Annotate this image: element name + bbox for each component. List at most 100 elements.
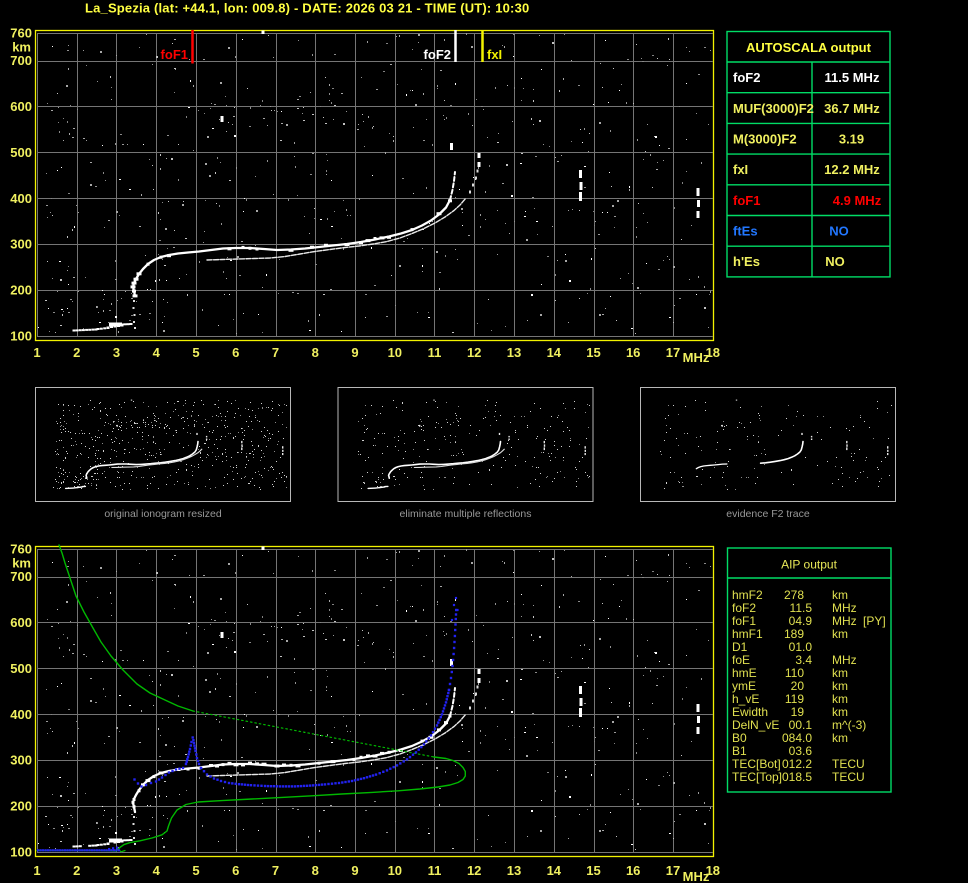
svg-text:TECU: TECU bbox=[832, 757, 865, 771]
svg-text:km: km bbox=[832, 692, 848, 706]
svg-text:13: 13 bbox=[507, 345, 521, 360]
svg-text:400: 400 bbox=[10, 707, 32, 722]
svg-text:hmF1: hmF1 bbox=[732, 627, 763, 641]
svg-text:2: 2 bbox=[73, 345, 80, 360]
svg-text:278: 278 bbox=[784, 588, 804, 602]
svg-text:300: 300 bbox=[10, 753, 32, 768]
svg-text:foF2: foF2 bbox=[424, 47, 451, 62]
svg-text:foF2: foF2 bbox=[733, 70, 760, 85]
svg-text:200: 200 bbox=[10, 799, 32, 814]
svg-text:500: 500 bbox=[10, 145, 32, 160]
svg-text:TEC[Top]: TEC[Top] bbox=[732, 770, 782, 784]
svg-text:11: 11 bbox=[428, 863, 442, 878]
svg-text:36.7 MHz: 36.7 MHz bbox=[824, 101, 880, 116]
svg-text:760: 760 bbox=[10, 542, 32, 557]
svg-text:5: 5 bbox=[192, 863, 199, 878]
svg-text:20: 20 bbox=[791, 679, 805, 693]
svg-text:19: 19 bbox=[791, 705, 805, 719]
svg-text:AIP output: AIP output bbox=[781, 558, 837, 572]
svg-text:[PY]: [PY] bbox=[863, 614, 886, 628]
svg-text:2: 2 bbox=[73, 863, 80, 878]
svg-text:12: 12 bbox=[467, 863, 481, 878]
svg-text:700: 700 bbox=[10, 53, 32, 68]
svg-text:foF1: foF1 bbox=[733, 193, 760, 208]
svg-text:m^(-3): m^(-3) bbox=[832, 718, 866, 732]
svg-text:MHz: MHz bbox=[832, 653, 857, 667]
svg-text:B0: B0 bbox=[732, 731, 747, 745]
svg-text:original ionogram resized: original ionogram resized bbox=[104, 508, 221, 520]
svg-text:11.5 MHz: 11.5 MHz bbox=[825, 70, 880, 85]
svg-text:MHz: MHz bbox=[683, 350, 710, 365]
svg-text:600: 600 bbox=[10, 615, 32, 630]
svg-text:11.5: 11.5 bbox=[790, 601, 813, 615]
svg-text:NO: NO bbox=[825, 254, 845, 269]
svg-text:NO: NO bbox=[829, 224, 849, 239]
svg-text:012.2: 012.2 bbox=[782, 757, 812, 771]
svg-text:M(3000)F2: M(3000)F2 bbox=[733, 131, 797, 146]
svg-text:MHz: MHz bbox=[832, 601, 857, 615]
svg-text:TECU: TECU bbox=[832, 770, 865, 784]
svg-text:100: 100 bbox=[10, 845, 32, 860]
svg-text:Ewidth: Ewidth bbox=[732, 705, 768, 719]
svg-text:110: 110 bbox=[785, 666, 804, 680]
svg-text:8: 8 bbox=[312, 345, 319, 360]
svg-text:eliminate multiple reflections: eliminate multiple reflections bbox=[400, 508, 532, 520]
svg-text:4: 4 bbox=[153, 863, 161, 878]
svg-text:ymE: ymE bbox=[732, 679, 756, 693]
svg-text:MHz: MHz bbox=[832, 614, 857, 628]
svg-text:600: 600 bbox=[10, 99, 32, 114]
svg-text:14: 14 bbox=[547, 863, 562, 878]
svg-text:1: 1 bbox=[33, 345, 40, 360]
svg-text:10: 10 bbox=[388, 345, 402, 360]
svg-text:4: 4 bbox=[153, 345, 161, 360]
svg-text:3.19: 3.19 bbox=[839, 131, 864, 146]
svg-text:DelN_vE: DelN_vE bbox=[732, 718, 779, 732]
svg-text:h'Es: h'Es bbox=[733, 254, 760, 269]
svg-text:9: 9 bbox=[351, 863, 358, 878]
svg-text:700: 700 bbox=[10, 569, 32, 584]
svg-text:AUTOSCALA output: AUTOSCALA output bbox=[746, 40, 872, 55]
svg-text:fxI: fxI bbox=[487, 47, 502, 62]
svg-text:km: km bbox=[832, 679, 848, 693]
svg-text:760: 760 bbox=[10, 26, 32, 41]
svg-text:500: 500 bbox=[10, 661, 32, 676]
svg-text:16: 16 bbox=[626, 345, 640, 360]
svg-text:03.6: 03.6 bbox=[789, 744, 813, 758]
svg-text:D1: D1 bbox=[732, 640, 748, 654]
svg-text:8: 8 bbox=[312, 863, 319, 878]
svg-text:MUF(3000)F2: MUF(3000)F2 bbox=[733, 101, 814, 116]
svg-text:100: 100 bbox=[10, 329, 32, 344]
svg-text:MHz: MHz bbox=[683, 869, 710, 883]
svg-text:3.4: 3.4 bbox=[795, 653, 812, 667]
svg-text:17: 17 bbox=[666, 863, 680, 878]
svg-text:La_Spezia (lat: +44.1, lon: 00: La_Spezia (lat: +44.1, lon: 009.8) - DAT… bbox=[85, 1, 529, 16]
svg-text:15: 15 bbox=[586, 345, 600, 360]
svg-text:km: km bbox=[832, 588, 848, 602]
svg-text:7: 7 bbox=[272, 863, 279, 878]
svg-text:4.9 MHz: 4.9 MHz bbox=[833, 193, 882, 208]
svg-text:hmE: hmE bbox=[732, 666, 757, 680]
svg-text:h_vE: h_vE bbox=[732, 692, 759, 706]
svg-text:foF1: foF1 bbox=[161, 47, 188, 62]
svg-text:km: km bbox=[832, 731, 848, 745]
svg-text:6: 6 bbox=[232, 345, 239, 360]
svg-text:1: 1 bbox=[33, 863, 40, 878]
svg-text:400: 400 bbox=[10, 191, 32, 206]
svg-text:9: 9 bbox=[351, 345, 358, 360]
svg-text:TEC[Bot]: TEC[Bot] bbox=[732, 757, 781, 771]
svg-text:15: 15 bbox=[586, 863, 600, 878]
svg-text:01.0: 01.0 bbox=[789, 640, 813, 654]
svg-text:3: 3 bbox=[113, 863, 120, 878]
svg-text:16: 16 bbox=[626, 863, 640, 878]
svg-text:11: 11 bbox=[428, 345, 442, 360]
svg-text:km: km bbox=[832, 627, 848, 641]
svg-text:ftEs: ftEs bbox=[733, 224, 758, 239]
svg-text:3: 3 bbox=[113, 345, 120, 360]
svg-text:12.2 MHz: 12.2 MHz bbox=[824, 162, 880, 177]
svg-text:04.9: 04.9 bbox=[789, 614, 813, 628]
svg-text:km: km bbox=[832, 666, 848, 680]
svg-text:084.0: 084.0 bbox=[782, 731, 812, 745]
svg-text:hmF2: hmF2 bbox=[732, 588, 763, 602]
svg-text:5: 5 bbox=[192, 345, 199, 360]
svg-text:300: 300 bbox=[10, 237, 32, 252]
